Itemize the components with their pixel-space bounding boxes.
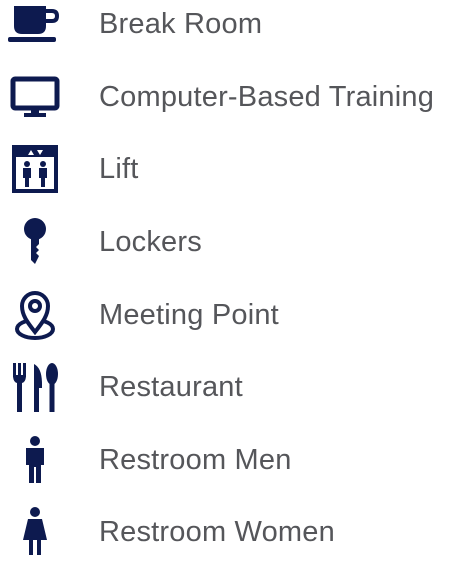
legend-item-label: Lockers [99, 226, 202, 258]
legend-item-meeting-point: Meeting Point [0, 285, 463, 345]
coffee-cup-icon [8, 0, 62, 54]
elevator-icon [8, 139, 62, 199]
legend-item-label: Lift [99, 153, 139, 185]
legend-item-label: Break Room [99, 8, 263, 40]
legend-item-break-room: Break Room [0, 0, 463, 54]
man-icon [8, 430, 62, 490]
map-pin-icon [8, 285, 62, 345]
legend-item-lockers: Lockers [0, 212, 463, 272]
cutlery-icon [8, 357, 62, 417]
legend-item-restaurant: Restaurant [0, 357, 463, 417]
legend-item-label: Restroom Men [99, 444, 292, 476]
legend-item-label: Restaurant [99, 371, 243, 403]
monitor-icon [8, 67, 62, 127]
legend-item-lift: Lift [0, 139, 463, 199]
legend-item-label: Computer-Based Training [99, 81, 435, 113]
key-icon [8, 212, 62, 272]
legend-item-restroom-women: Restroom Women [0, 502, 463, 562]
legend-item-label: Meeting Point [99, 299, 279, 331]
legend-item-label: Restroom Women [99, 516, 335, 548]
legend-item-computer-based-training: Computer-Based Training [0, 67, 463, 127]
woman-icon [8, 502, 62, 562]
icon-legend: Break Room Computer-Based Training Lift … [0, 0, 463, 557]
legend-item-restroom-men: Restroom Men [0, 430, 463, 490]
